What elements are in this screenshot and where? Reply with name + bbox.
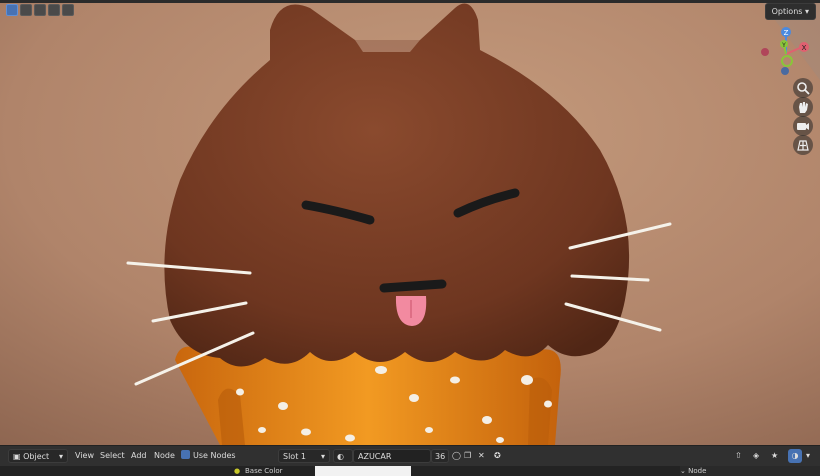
slot-label: Slot 1 (283, 452, 306, 461)
color-socket-icon: ● (234, 467, 241, 475)
grid-icon (797, 140, 809, 151)
node-panel-label: Node (688, 467, 707, 475)
axis-gizmo[interactable]: X Z Y (756, 24, 816, 76)
viewport-top-strip (0, 0, 820, 3)
zoom-view-button[interactable] (793, 78, 813, 98)
material-browse-button[interactable]: ◐ (333, 449, 353, 463)
overlay-options-icon[interactable]: ▾ (806, 449, 810, 463)
chevron-down-icon: ▾ (58, 452, 63, 461)
base-color-swatch[interactable] (315, 466, 411, 476)
mode-label: Object (23, 452, 50, 461)
editor-header: ▣ Object ▾ View Select Add Node Use Node… (0, 445, 820, 466)
menu-add[interactable]: Add (131, 449, 147, 463)
material-name: AZUCAR (358, 452, 392, 461)
chevron-down-icon: ▾ (804, 7, 809, 16)
svg-text:Z: Z (784, 29, 789, 37)
duplicate-material-icon[interactable]: ❐ (464, 449, 471, 463)
hand-icon (799, 102, 808, 113)
viewport-render (0, 0, 820, 445)
material-name-field[interactable]: AZUCAR (353, 449, 431, 463)
menu-select[interactable]: Select (100, 449, 125, 463)
use-nodes-toggle[interactable]: Use Nodes (181, 449, 236, 463)
magnifier-icon (797, 82, 810, 95)
node-editor-strip: ● Base Color ⌄ Node (0, 466, 820, 476)
svg-text:X: X (802, 44, 807, 52)
camera-icon (797, 123, 809, 130)
chevron-down-icon: ⌄ (680, 467, 686, 475)
axis-neg-y-handle (781, 55, 793, 67)
menu-node[interactable]: Node (154, 449, 175, 463)
perspective-toggle-button[interactable] (793, 135, 813, 155)
overlay-toggle-button[interactable]: ◑ (788, 449, 802, 463)
select-intersect-icon[interactable] (62, 4, 74, 16)
use-nodes-label: Use Nodes (193, 451, 236, 460)
parent-node-tree-icon[interactable]: ⇧ (735, 449, 742, 463)
axis-neg-z-handle (781, 67, 789, 75)
pin-icon[interactable]: ✪ (494, 449, 501, 463)
chevron-down-icon: ▾ (320, 452, 325, 461)
base-color-label: Base Color (245, 467, 283, 475)
unlink-material-icon[interactable]: ✕ (478, 449, 485, 463)
node-panel-header[interactable]: ⌄ Node (680, 466, 820, 476)
select-difference-icon[interactable] (48, 4, 60, 16)
object-mode-icon: ▣ (13, 452, 21, 461)
material-user-count[interactable]: 36 (431, 449, 449, 463)
select-subtract-icon[interactable] (34, 4, 46, 16)
options-label: Options (771, 7, 803, 16)
options-button[interactable]: Options ▾ (764, 3, 816, 20)
fake-user-icon[interactable]: ◯ (452, 449, 461, 463)
snap-icon[interactable]: ◈ (753, 449, 759, 463)
select-extend-icon[interactable] (20, 4, 32, 16)
camera-view-button[interactable] (793, 116, 813, 136)
3d-viewport[interactable]: Options ▾ X Z Y (0, 0, 820, 445)
selection-mode-group (6, 4, 74, 16)
axis-neg-x-handle (761, 48, 769, 56)
svg-text:Y: Y (781, 42, 786, 49)
user-count-value: 36 (435, 452, 446, 461)
menu-view[interactable]: View (75, 449, 94, 463)
pan-view-button[interactable] (793, 97, 813, 117)
material-sphere-icon: ◐ (337, 452, 344, 461)
checkbox-checked-icon (181, 450, 190, 459)
slot-dropdown[interactable]: Slot 1 ▾ (278, 449, 330, 463)
overlay-icon[interactable]: ★ (771, 449, 778, 463)
select-new-icon[interactable] (6, 4, 18, 16)
mode-dropdown[interactable]: ▣ Object ▾ (8, 449, 68, 463)
